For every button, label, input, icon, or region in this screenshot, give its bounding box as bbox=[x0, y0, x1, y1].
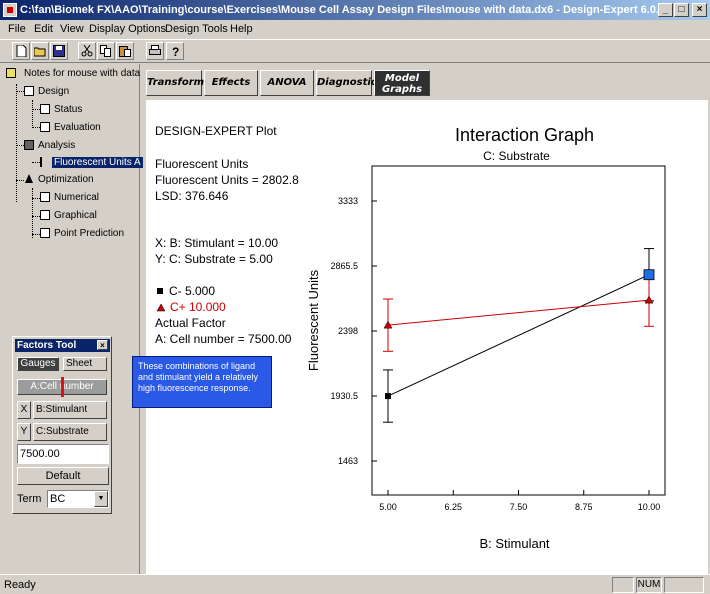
status-bar: Ready NUM bbox=[0, 574, 710, 594]
factors-tool-title-text: Factors Tool bbox=[17, 340, 77, 351]
annotation-tooltip: These combinations of ligand and stimula… bbox=[132, 356, 272, 408]
tree-item-design[interactable]: Design bbox=[38, 86, 69, 97]
tree-item-status[interactable]: Status bbox=[54, 104, 82, 115]
factors-tool-window: Factors Tool × Gauges Sheet A:Cell numbe… bbox=[12, 336, 112, 514]
interaction-graph: Interaction Graph C: Substrate B: Stimulan… bbox=[306, 125, 666, 551]
tree-item-point-prediction[interactable]: Point Prediction bbox=[54, 228, 124, 239]
y-axis-label: Fluorescent Units bbox=[306, 269, 321, 371]
tree-item-evaluation[interactable]: Evaluation bbox=[54, 122, 101, 133]
cut-icon[interactable] bbox=[78, 42, 96, 60]
print-icon[interactable] bbox=[146, 42, 164, 60]
x-axis-label: B: Stimulant bbox=[479, 536, 549, 551]
data-point bbox=[385, 393, 391, 400]
menu-help[interactable]: Help bbox=[230, 23, 253, 35]
chart-subtitle: C: Substrate bbox=[483, 149, 550, 163]
default-button[interactable]: Default bbox=[17, 467, 109, 485]
tree-item-notes[interactable]: Notes for mouse with data bbox=[24, 68, 140, 79]
close-button[interactable]: × bbox=[692, 3, 707, 17]
factors-tool-title[interactable]: Factors Tool × bbox=[15, 339, 110, 352]
x-tick-label: 6.25 bbox=[444, 502, 462, 512]
menu-edit[interactable]: Edit bbox=[34, 23, 53, 35]
tab-anova[interactable]: ANOVA bbox=[260, 70, 314, 96]
response-chart-icon bbox=[40, 157, 50, 167]
tab-transform[interactable]: Transform bbox=[146, 70, 204, 96]
y-tick-label: 1463 bbox=[338, 456, 358, 466]
chart-title: Interaction Graph bbox=[455, 125, 594, 145]
graph-area: DESIGN-EXPERT Plot Fluorescent Units Flu… bbox=[146, 100, 708, 574]
gauges-button[interactable]: Gauges bbox=[17, 357, 59, 371]
term-label: Term bbox=[17, 493, 42, 505]
status-text: Ready bbox=[4, 579, 36, 591]
title-bar: C:\fan\Biomek FX\AAO\Training\course\Exe… bbox=[0, 0, 710, 20]
y-tick-label: 1930.5 bbox=[330, 391, 358, 401]
status-sheet-icon bbox=[40, 104, 50, 114]
x-tick-label: 10.00 bbox=[638, 502, 661, 512]
maximize-button[interactable]: □ bbox=[674, 3, 689, 17]
menu-file[interactable]: File bbox=[8, 23, 26, 35]
notes-icon bbox=[6, 68, 16, 78]
tree-item-analysis[interactable]: Analysis bbox=[38, 140, 75, 151]
design-grid-icon bbox=[24, 86, 34, 96]
x-tick-label: 8.75 bbox=[575, 502, 593, 512]
chevron-down-icon[interactable]: ▼ bbox=[94, 491, 108, 507]
term-select-value: BC bbox=[50, 493, 66, 505]
save-disk-icon[interactable] bbox=[50, 42, 68, 60]
copy-icon[interactable] bbox=[97, 42, 115, 60]
data-point bbox=[644, 295, 654, 304]
status-num: NUM bbox=[636, 577, 662, 593]
help-icon[interactable]: ? bbox=[166, 42, 184, 60]
window-title: C:\fan\Biomek FX\AAO\Training\course\Exe… bbox=[20, 4, 660, 16]
main-panel: Transform Effects ANOVA Diagnostics Mode… bbox=[132, 64, 710, 574]
open-folder-icon[interactable] bbox=[31, 42, 49, 60]
y-factor-button[interactable]: C:Substrate bbox=[33, 423, 107, 441]
status-cell-blank bbox=[612, 577, 634, 593]
highlighted-point bbox=[643, 269, 655, 281]
y-axis-button[interactable]: Y bbox=[17, 423, 31, 441]
term-select[interactable]: BC ▼ bbox=[47, 490, 109, 508]
sheet-button[interactable]: Sheet bbox=[63, 357, 107, 371]
minimize-button[interactable]: _ bbox=[658, 3, 673, 17]
slider-thumb[interactable] bbox=[61, 377, 64, 397]
numerical-icon bbox=[40, 192, 50, 202]
factors-tool-close-button[interactable]: × bbox=[97, 340, 108, 350]
y-tick-label: 2865.5 bbox=[330, 261, 358, 271]
optimization-icon bbox=[24, 174, 34, 184]
tree-item-optimization[interactable]: Optimization bbox=[38, 174, 94, 185]
analysis-icon bbox=[24, 140, 34, 150]
menu-bar: File Edit View Display Options Design To… bbox=[0, 20, 710, 38]
plot-frame bbox=[371, 165, 666, 496]
evaluation-magnifier-icon bbox=[40, 122, 50, 132]
graphical-icon bbox=[40, 210, 50, 220]
x-tick-label: 7.50 bbox=[510, 502, 528, 512]
toolbar: ? bbox=[0, 39, 710, 63]
factor-value-input[interactable] bbox=[17, 444, 109, 464]
paste-icon[interactable] bbox=[116, 42, 134, 60]
x-tick-label: 5.00 bbox=[379, 502, 397, 512]
new-file-icon[interactable] bbox=[12, 42, 30, 60]
menu-design-tools[interactable]: Design Tools bbox=[165, 23, 228, 35]
tab-diagnostics[interactable]: Diagnostics bbox=[316, 70, 383, 96]
x-factor-button[interactable]: B:Stimulant bbox=[33, 401, 107, 419]
tree-item-numerical[interactable]: Numerical bbox=[54, 192, 99, 203]
x-axis-button[interactable]: X bbox=[17, 401, 31, 419]
svg-text:?: ? bbox=[172, 45, 179, 57]
series-line bbox=[387, 299, 650, 326]
sheet-button-label: Sheet bbox=[66, 358, 93, 369]
tab-model-graphs[interactable]: Model Graphs bbox=[374, 70, 430, 96]
status-cell-extra bbox=[664, 577, 704, 593]
menu-view[interactable]: View bbox=[60, 23, 84, 35]
series-line bbox=[387, 274, 650, 397]
tab-effects[interactable]: Effects bbox=[204, 70, 258, 96]
point-prediction-icon bbox=[40, 228, 50, 238]
y-tick-label: 3333 bbox=[338, 196, 358, 206]
y-tick-label: 2398 bbox=[338, 326, 358, 336]
app-icon[interactable] bbox=[3, 3, 17, 17]
menu-display-options[interactable]: Display Options bbox=[89, 23, 166, 35]
tree-item-fluorescent-units[interactable]: Fluorescent Units A bbox=[52, 157, 143, 168]
tree-item-graphical[interactable]: Graphical bbox=[54, 210, 97, 221]
